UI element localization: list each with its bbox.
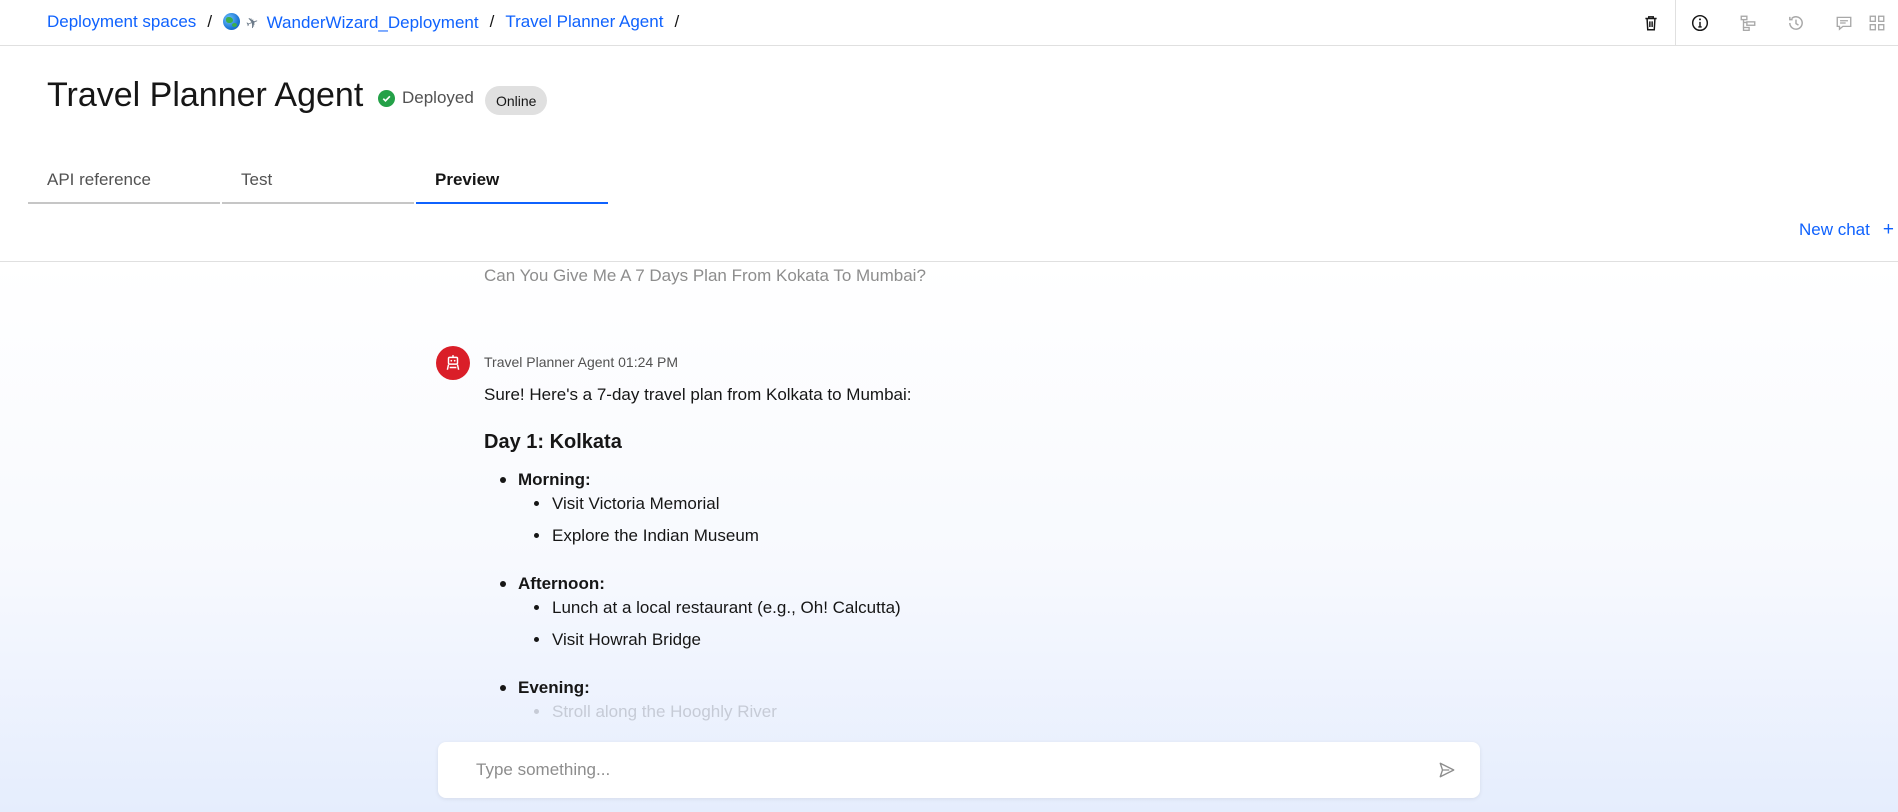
tab-preview[interactable]: Preview — [416, 164, 608, 204]
breadcrumb-deployment-spaces[interactable]: Deployment spaces — [47, 12, 196, 32]
list-item: Afternoon: Lunch at a local restaurant (… — [500, 573, 1184, 651]
deployment-status: Deployed — [378, 88, 474, 108]
info-button[interactable] — [1676, 0, 1724, 46]
breadcrumb-wanderwizard-deployment[interactable]: ✈ WanderWizard_Deployment — [223, 11, 479, 34]
chat-panel: Can You Give Me A 7 Days Plan From Kokat… — [0, 261, 1898, 812]
period-label: Evening: — [518, 678, 590, 697]
chat-input[interactable] — [476, 760, 1436, 780]
status-badge: Online — [485, 86, 548, 115]
agent-avatar — [436, 346, 470, 380]
new-chat-label: New chat — [1799, 220, 1870, 239]
history-button[interactable] — [1772, 0, 1820, 46]
top-bar: Deployment spaces / ✈ WanderWizard_Deploy… — [0, 0, 1898, 46]
breadcrumb-separator: / — [207, 12, 213, 31]
activity-list: Visit Victoria Memorial Explore the Indi… — [518, 493, 1184, 547]
day-heading: Day 1: Kolkata — [484, 431, 622, 453]
more-button[interactable] — [1868, 0, 1898, 46]
response-intro: Sure! Here's a 7-day travel plan from Ko… — [484, 385, 912, 404]
breadcrumb-separator: / — [489, 12, 495, 31]
user-message: Can You Give Me A 7 Days Plan From Kokat… — [484, 266, 926, 285]
list-item: Explore the Indian Museum — [534, 525, 1184, 547]
history-icon — [1789, 16, 1803, 30]
list-item: Stroll along the Hooghly River — [534, 701, 1184, 723]
new-chat-button[interactable]: New chat + — [1799, 219, 1894, 241]
list-item: Evening: Stroll along the Hooghly River — [500, 677, 1184, 723]
tab-bar: API reference Test Preview — [28, 164, 610, 204]
period-label: Morning: — [518, 470, 591, 489]
breadcrumb-travel-planner-agent[interactable]: Travel Planner Agent — [505, 12, 663, 32]
airplane-icon: ✈ — [243, 13, 262, 34]
robot-icon — [446, 355, 460, 370]
itinerary-list: Morning: Visit Victoria Memorial Explore… — [484, 469, 1184, 723]
send-icon[interactable] — [1438, 761, 1456, 779]
breadcrumb-deployment-label: WanderWizard_Deployment — [266, 13, 479, 32]
agent-name: Travel Planner Agent — [484, 354, 615, 370]
grid-icon — [1869, 15, 1885, 31]
page-title: Travel Planner Agent — [47, 76, 364, 114]
list-item: Morning: Visit Victoria Memorial Explore… — [500, 469, 1184, 547]
checkmark-icon — [378, 89, 395, 107]
header-toolbar — [1627, 0, 1898, 46]
status-label: Deployed — [402, 88, 474, 107]
agent-message: Sure! Here's a 7-day travel plan from Ko… — [484, 384, 1184, 749]
plus-icon: + — [1882, 219, 1894, 240]
flow-button[interactable] — [1724, 0, 1772, 46]
globe-icon — [223, 13, 241, 30]
breadcrumb: Deployment spaces / ✈ WanderWizard_Deploy… — [47, 11, 690, 34]
tab-test[interactable]: Test — [222, 164, 414, 204]
breadcrumb-separator: / — [674, 12, 680, 31]
activity-list: Stroll along the Hooghly River — [518, 701, 1184, 723]
info-icon — [1691, 14, 1709, 32]
trash-icon — [1645, 16, 1657, 31]
list-item: Lunch at a local restaurant (e.g., Oh! C… — [534, 597, 1184, 619]
delete-button[interactable] — [1627, 0, 1675, 46]
tab-api-reference[interactable]: API reference — [28, 164, 220, 204]
chat-icon — [1836, 16, 1852, 31]
message-time: 01:24 PM — [618, 354, 679, 370]
activity-list: Lunch at a local restaurant (e.g., Oh! C… — [518, 597, 1184, 651]
comments-button[interactable] — [1820, 0, 1868, 46]
chat-input-bar — [438, 742, 1480, 798]
agent-message-meta: Travel Planner Agent 01:24 PM — [484, 354, 678, 370]
period-label: Afternoon: — [518, 574, 605, 593]
list-item: Visit Howrah Bridge — [534, 629, 1184, 651]
list-item: Visit Victoria Memorial — [534, 493, 1184, 515]
flow-icon — [1740, 15, 1756, 31]
